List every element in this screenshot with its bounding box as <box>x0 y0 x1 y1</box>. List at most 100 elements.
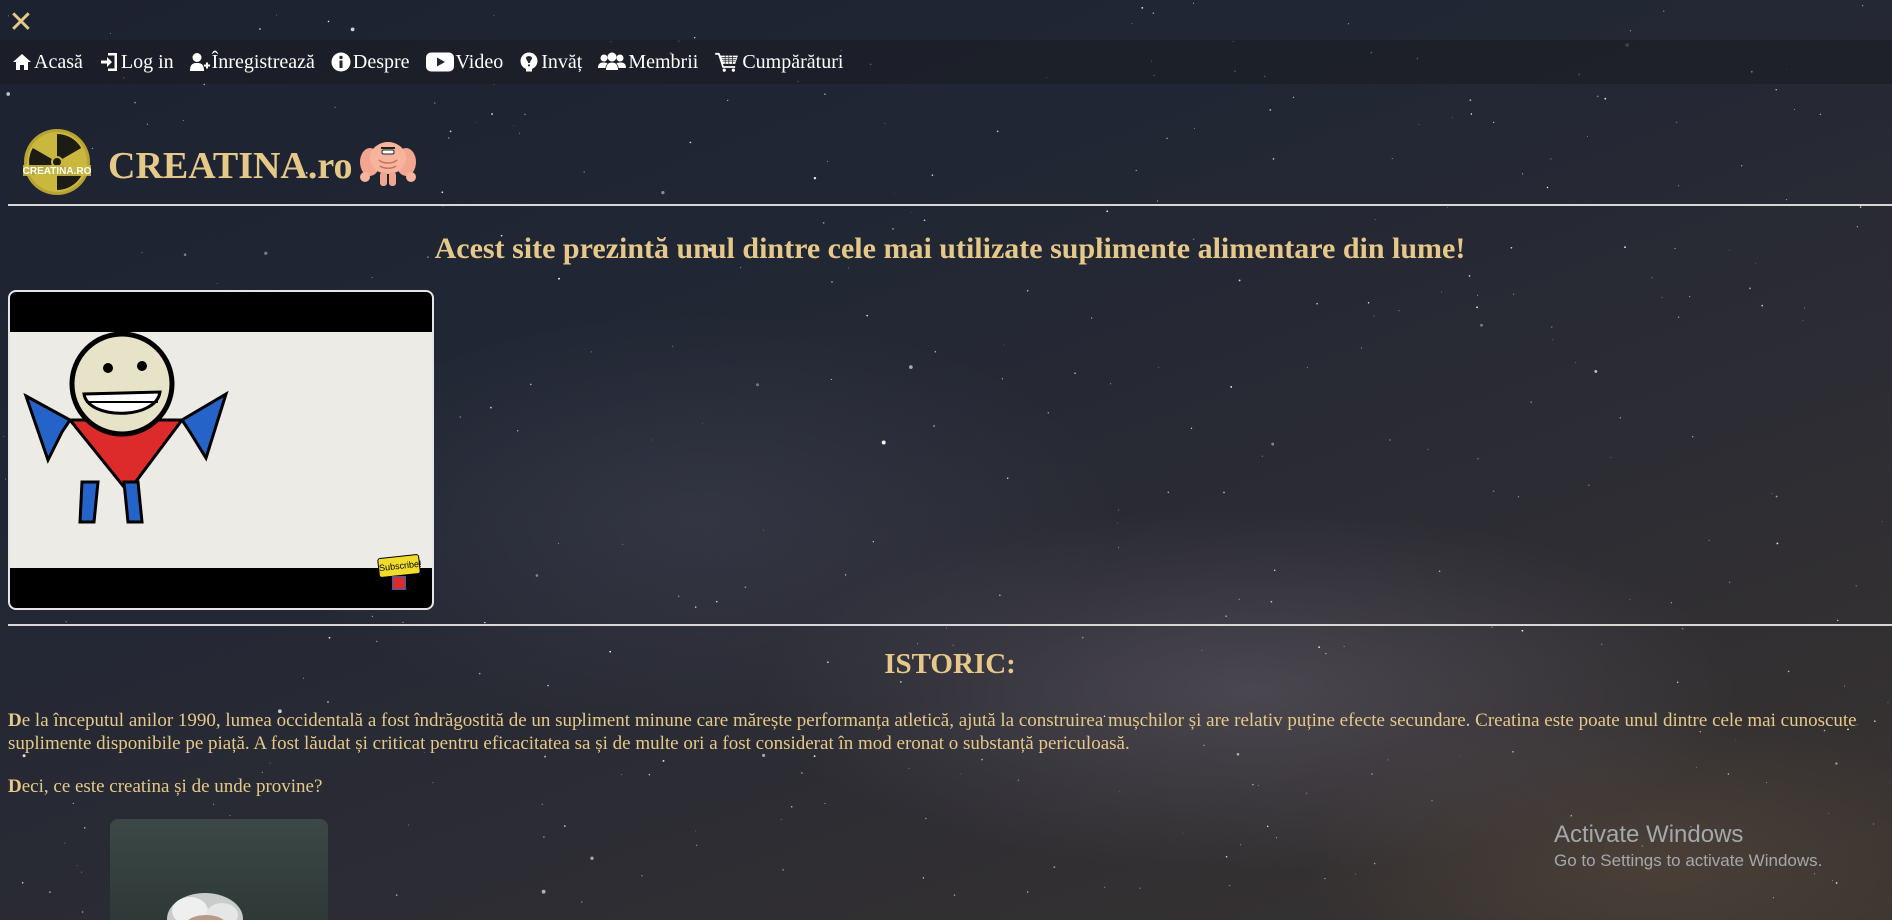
star <box>1469 99 1472 102</box>
question-text: eci, ce este creatina și de unde provine… <box>21 776 323 797</box>
star <box>1803 307 1805 309</box>
star <box>996 130 999 133</box>
star <box>813 755 816 757</box>
star <box>1267 825 1269 827</box>
nav-label-inregistreaza: Înregistrează <box>211 50 315 73</box>
star <box>1676 681 1679 684</box>
site-name[interactable]: CREATINA.ro <box>108 144 353 188</box>
logo-text: CREATINA.RO <box>23 166 92 177</box>
star <box>1367 301 1370 304</box>
nav-item-video[interactable]: Video <box>425 51 503 74</box>
radiation-logo[interactable]: CREATINA.RO <box>22 128 92 196</box>
star <box>1692 436 1694 438</box>
star <box>371 615 373 617</box>
star <box>1741 165 1743 167</box>
star <box>1775 495 1778 498</box>
star <box>1813 873 1816 875</box>
nav-item-inregistreaza[interactable]: Înregistrează <box>189 50 315 74</box>
watermark-title: Activate Windows <box>1554 821 1744 848</box>
star <box>563 825 566 828</box>
star <box>1131 23 1133 25</box>
star <box>517 430 519 432</box>
section-title: ISTORIC: <box>884 648 1016 680</box>
mini-stick-figure <box>392 576 406 590</box>
star <box>182 119 184 121</box>
star <box>1678 185 1680 187</box>
star <box>449 130 452 133</box>
star <box>1459 755 1461 757</box>
star <box>1118 509 1120 511</box>
star <box>1026 289 1029 292</box>
star <box>1570 814 1573 817</box>
star <box>662 759 665 762</box>
star <box>1106 210 1109 213</box>
star <box>822 222 825 224</box>
star <box>1477 294 1479 296</box>
nav-item-acasa[interactable]: Acasă <box>12 51 83 74</box>
star <box>830 379 832 380</box>
star <box>824 93 826 95</box>
star <box>1476 306 1479 309</box>
subscribe-badge-text: Subscribe! <box>378 558 422 574</box>
nav-label-login: Log in <box>120 50 174 73</box>
star <box>1771 492 1773 494</box>
star <box>1661 297 1663 298</box>
star <box>1530 401 1532 403</box>
star <box>824 803 826 805</box>
star <box>1292 96 1295 99</box>
star <box>925 817 927 820</box>
star <box>513 125 515 126</box>
star <box>1574 362 1576 364</box>
nav-item-invat[interactable]: Invăț <box>519 51 582 74</box>
star <box>1675 121 1678 124</box>
home-icon <box>13 54 31 70</box>
star <box>1047 412 1050 414</box>
star <box>4 478 7 480</box>
star <box>1512 293 1515 295</box>
star <box>1427 448 1429 451</box>
star <box>1819 113 1822 116</box>
star <box>1835 762 1838 765</box>
star <box>529 383 532 386</box>
star <box>1225 615 1228 618</box>
star <box>1441 291 1443 293</box>
nav-label-membrii: Membrii <box>628 50 699 73</box>
star <box>1447 207 1448 208</box>
star <box>1601 643 1603 645</box>
close-icon[interactable]: ✕ <box>8 8 34 38</box>
star <box>1387 759 1389 761</box>
star <box>1261 455 1264 457</box>
star <box>844 574 847 576</box>
star <box>1001 378 1004 380</box>
star <box>672 345 674 347</box>
star <box>1374 219 1376 221</box>
drop-initial-2: D <box>8 776 22 797</box>
question-paragraph: Deci, ce este creatina și de unde provin… <box>8 775 1892 798</box>
star <box>1619 416 1622 419</box>
star <box>1546 186 1549 189</box>
star <box>1139 887 1141 889</box>
star <box>1135 169 1137 172</box>
star <box>641 875 643 877</box>
video-thumbnail[interactable]: Subscribe! <box>8 290 434 610</box>
subscribe-badge[interactable]: Subscribe! <box>377 553 422 579</box>
star <box>1832 880 1833 881</box>
star <box>1271 442 1275 446</box>
star <box>1081 636 1084 639</box>
star <box>652 439 653 441</box>
star <box>866 314 869 317</box>
nav-label-invat: Invăț <box>541 50 583 73</box>
portrait-illustration <box>167 893 243 920</box>
nav-item-despre[interactable]: Despre <box>331 51 410 74</box>
nav-item-cumparaturi[interactable]: Cumpărături <box>714 51 843 74</box>
star <box>1391 157 1393 159</box>
star <box>276 14 277 16</box>
star <box>72 802 75 805</box>
nav-item-membrii[interactable]: Membrii <box>598 51 698 74</box>
star <box>1361 347 1362 349</box>
star <box>213 803 215 805</box>
star <box>762 529 764 531</box>
star <box>1272 158 1275 160</box>
star <box>590 351 592 353</box>
nav-item-login[interactable]: Log in <box>99 51 174 74</box>
